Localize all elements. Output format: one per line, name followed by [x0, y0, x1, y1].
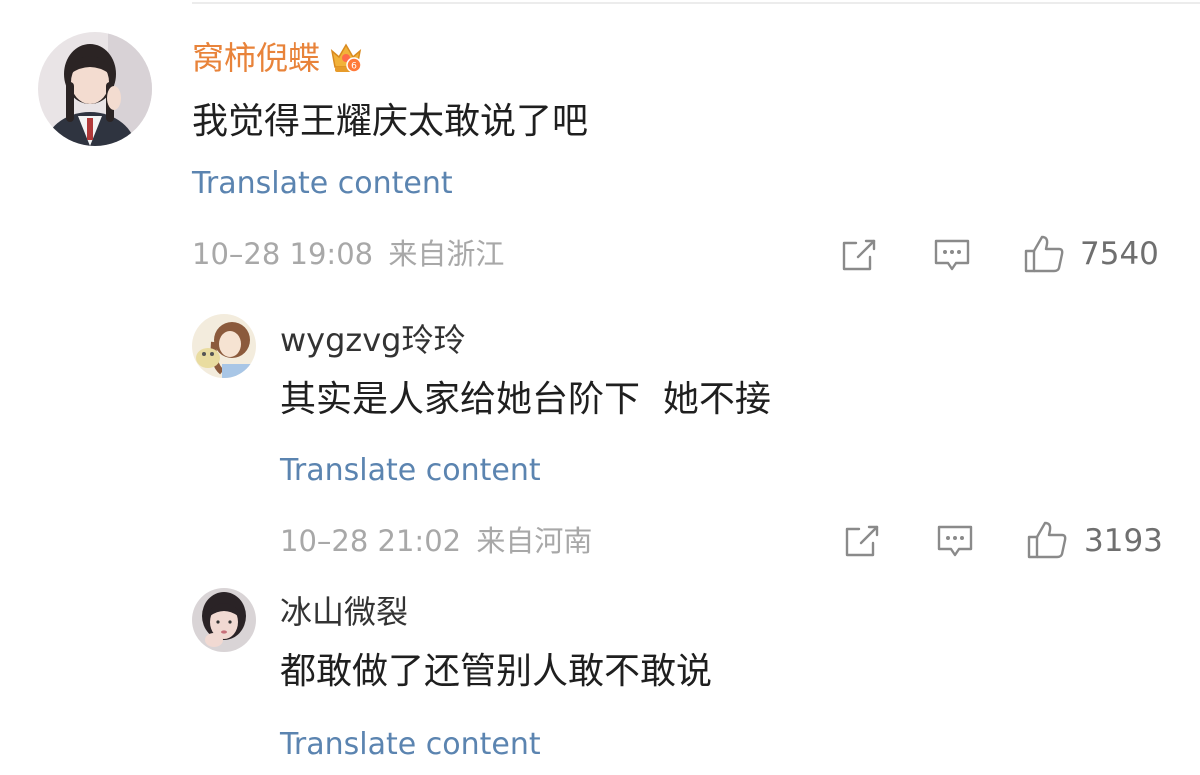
reply-button[interactable] [935, 523, 975, 559]
like-button[interactable] [1022, 233, 1066, 275]
avatar-reply-2[interactable] [192, 588, 256, 652]
like-count: 7540 [1080, 236, 1159, 272]
reply-username[interactable]: wygzvg玲玲 [280, 320, 465, 360]
reply-username[interactable]: 冰山微裂 [280, 592, 408, 632]
reply-button[interactable] [932, 237, 972, 273]
crown-badge-icon: 6 [328, 39, 364, 75]
share-button[interactable] [843, 523, 881, 559]
translate-link[interactable]: Translate content [192, 166, 453, 202]
like-button[interactable] [1025, 519, 1069, 561]
translate-link[interactable]: Translate content [280, 453, 541, 489]
reply-timestamp: 10–28 21:02 [280, 524, 462, 558]
top-divider [192, 2, 1200, 4]
reply-text: 其实是人家给她台阶下 她不接 [280, 379, 771, 420]
comment-icon [937, 525, 973, 557]
reply-text: 都敢做了还管别人敢不敢说 [280, 651, 713, 692]
main-comment-username[interactable]: 窝柿倪蝶 6 [192, 38, 364, 78]
comment-location: 来自浙江 [388, 237, 505, 271]
like-icon [1027, 521, 1067, 559]
share-icon [845, 525, 879, 557]
comment-icon [934, 239, 970, 271]
main-comment-text: 我觉得王耀庆太敢说了吧 [192, 101, 589, 142]
username-text[interactable]: 窝柿倪蝶 [192, 39, 320, 77]
svg-text:6: 6 [351, 62, 357, 72]
avatar-reply-1[interactable] [192, 314, 256, 378]
share-icon [842, 239, 876, 271]
like-icon [1024, 235, 1064, 273]
comment-meta: 10–28 19:08 来自浙江 [192, 236, 504, 272]
translate-link[interactable]: Translate content [280, 727, 541, 763]
like-count: 3193 [1084, 523, 1163, 559]
reply-meta: 10–28 21:02 来自河南 [280, 523, 592, 559]
share-button[interactable] [840, 237, 878, 273]
comment-timestamp: 10–28 19:08 [192, 237, 374, 271]
avatar-main-commenter[interactable] [38, 32, 152, 146]
reply-location: 来自河南 [476, 524, 593, 558]
